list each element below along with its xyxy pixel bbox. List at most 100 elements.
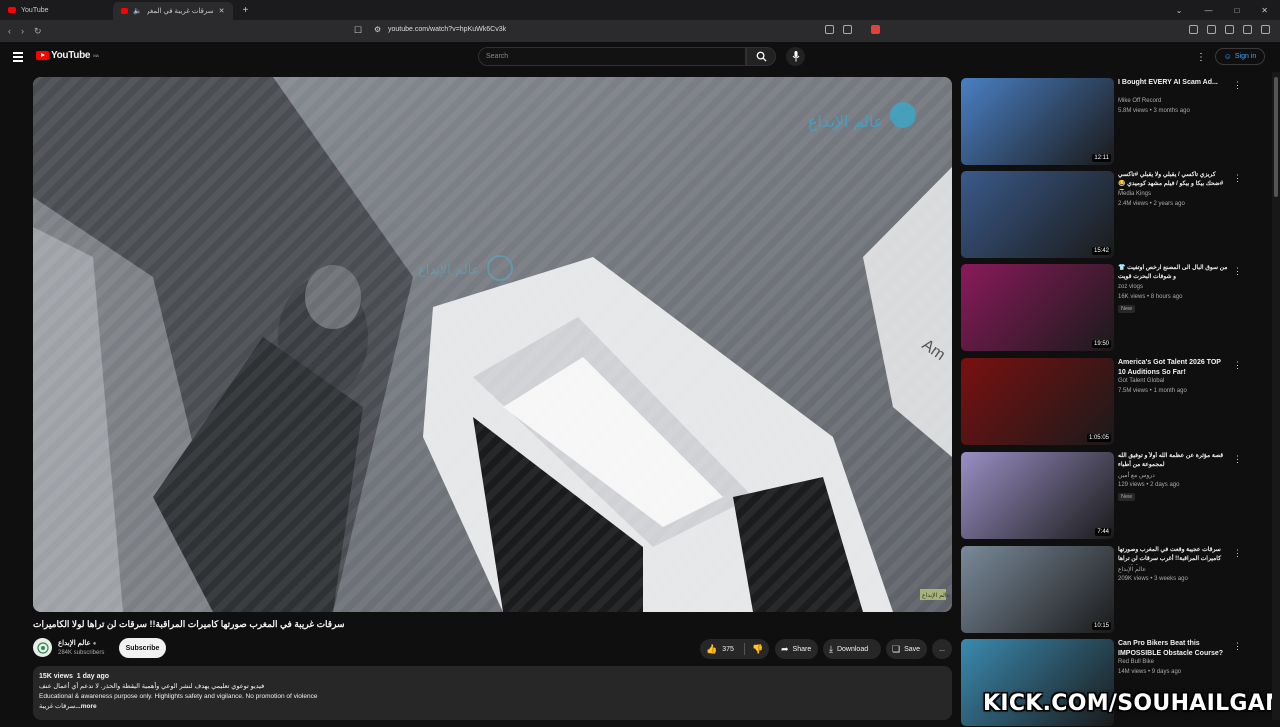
recommendation-item[interactable]: 10:15 سرقات عجيبة وقعت في المغرب وصورتها… (961, 546, 1251, 634)
recommendation-channel[interactable]: Mike Off Record (1118, 98, 1161, 104)
settings-kebab-icon[interactable]: ⋮ (1196, 52, 1206, 63)
url-field[interactable]: youtube.com/watch?v=hpKuWk6Cv3k (388, 26, 506, 33)
recommendation-item[interactable]: 15:42 كريزي تاكسي / يقبلي ولا يقبلي #تاك… (961, 171, 1251, 259)
recommendation-menu-icon[interactable]: ⋮ (1233, 173, 1242, 184)
recommendation-menu-icon[interactable]: ⋮ (1233, 360, 1242, 371)
recommendation-channel[interactable]: Red Bull Bike (1118, 659, 1154, 665)
dislike-button[interactable]: 👎 (745, 644, 763, 655)
recommendation-channel[interactable]: Media Kings (1118, 191, 1151, 197)
description-box[interactable]: 15K views 1 day ago فيديو توعوي تعليمي ي… (33, 666, 952, 720)
recommendation-title[interactable]: كريزي تاكسي / يقبلي ولا يقبلي #تاكسي #ضح… (1118, 171, 1228, 190)
corner-tag: عالم الإبداع (922, 592, 950, 599)
recommendation-title[interactable]: Can Pro Bikers Beat this IMPOSSIBLE Obst… (1118, 639, 1228, 659)
recommendation-menu-icon[interactable]: ⋮ (1233, 548, 1242, 559)
hamburger-menu-icon[interactable] (13, 52, 23, 64)
video-duration: 19:50 (1091, 340, 1111, 348)
youtube-favicon-icon (120, 8, 128, 14)
recommendation-menu-icon[interactable]: ⋮ (1233, 641, 1242, 652)
minimize-icon[interactable]: — (1204, 6, 1212, 15)
video-thumbnail[interactable]: 12:11 (961, 78, 1114, 165)
like-dislike-group: 👍 375 👎 (700, 639, 769, 659)
reload-icon[interactable]: ↻ (34, 26, 42, 37)
streamer-watermark: KICK.COM/SOUHAILGAMING (983, 691, 1280, 716)
sidebar-icon[interactable] (1189, 25, 1198, 34)
forward-icon[interactable]: › (21, 26, 24, 37)
new-badge: New (1118, 493, 1136, 501)
bookmark-icon[interactable]: ☐ (354, 25, 362, 36)
subscribe-button[interactable]: Subscribe (119, 638, 166, 658)
recommendation-channel[interactable]: zoz vlogs (1118, 284, 1143, 290)
view-count: 15K views (39, 673, 73, 680)
voice-search-button[interactable] (786, 47, 805, 66)
recommendation-title[interactable]: America's Got Talent 2026 TOP 10 Auditio… (1118, 358, 1228, 378)
download-icon: ⤓ (829, 643, 833, 654)
recommendation-channel[interactable]: Got Talent Global (1118, 378, 1164, 384)
channel-avatar[interactable] (33, 638, 52, 657)
tab-label: YouTube (21, 6, 49, 14)
search-input[interactable]: Search (478, 47, 746, 66)
video-duration: 15:42 (1091, 247, 1111, 255)
search-button[interactable] (746, 47, 776, 66)
new-tab-button[interactable]: + (243, 5, 249, 16)
share-button[interactable]: ➦ Share (775, 639, 818, 659)
translate-icon[interactable] (825, 25, 834, 34)
extensions-toolbar (825, 25, 1270, 34)
show-more-link[interactable]: ...more (75, 703, 96, 710)
video-duration: 12:11 (1092, 154, 1111, 162)
cast-icon[interactable] (843, 25, 852, 34)
video-thumbnail[interactable]: 7:44 (961, 452, 1114, 539)
more-horizontal-icon: ... (939, 645, 945, 653)
brave-shield-icon[interactable] (871, 25, 880, 34)
recommendation-meta: 5.8M views • 3 months ago (1118, 108, 1190, 114)
video-thumbnail[interactable]: 10:15 (961, 546, 1114, 633)
video-player[interactable]: عالم الإبداع عالم الإبداع Am عالم الإبدا… (33, 77, 952, 612)
back-icon[interactable]: ‹ (8, 26, 11, 37)
recommendation-item[interactable]: 19:50 من سوق البال الى المصنع ارخص اوتفي… (961, 264, 1251, 352)
recommendation-menu-icon[interactable]: ⋮ (1233, 266, 1242, 277)
tab-list-chevron-icon[interactable]: ⌄ (1176, 6, 1183, 15)
video-thumbnail[interactable]: 15:42 (961, 171, 1114, 258)
youtube-play-icon (36, 51, 49, 60)
recommendation-menu-icon[interactable]: ⋮ (1233, 454, 1242, 465)
recommendation-meta: 14M views • 9 days ago (1118, 669, 1182, 675)
youtube-logo[interactable]: YouTube MA (36, 50, 99, 61)
wallet-icon[interactable] (1225, 25, 1234, 34)
like-button[interactable]: 👍 375 (706, 644, 744, 655)
sign-in-button[interactable]: ☺ Sign in (1215, 48, 1265, 65)
close-tab-icon[interactable]: ✕ (219, 7, 225, 15)
video-frame: عالم الإبداع عالم الإبداع Am عالم الإبدا… (33, 77, 952, 612)
recommendation-title[interactable]: I Bought EVERY AI Scam Ad... (1118, 78, 1228, 88)
download-button[interactable]: ⤓ Download (823, 639, 881, 659)
recommendation-channel[interactable]: عالم الإبداع (1118, 566, 1146, 573)
search-icon (756, 51, 767, 62)
tab-youtube[interactable]: YouTube (0, 0, 57, 20)
recommendation-title[interactable]: قصة مؤثرة عن عظمة الله أولاً و توفيق الل… (1118, 452, 1228, 470)
recommendation-item[interactable]: 12:11 I Bought EVERY AI Scam Ad... Mike … (961, 78, 1251, 166)
site-settings-icon[interactable]: ⚙ (374, 25, 381, 34)
vpn-icon[interactable] (1243, 25, 1252, 34)
save-button[interactable]: ❏ Save (886, 639, 927, 659)
recommendation-title[interactable]: سرقات عجيبة وقعت في المغرب وصورتها كامير… (1118, 546, 1228, 565)
save-playlist-icon: ❏ (892, 643, 901, 654)
speaker-icon: 🔈 (132, 8, 142, 15)
video-thumbnail[interactable]: 19:50 (961, 264, 1114, 351)
recommendation-channel[interactable]: دروس مع أمين (1118, 472, 1155, 479)
recommendation-menu-icon[interactable]: ⋮ (1233, 80, 1242, 91)
close-window-icon[interactable]: ✕ (1261, 6, 1268, 15)
video-thumbnail[interactable]: 1:05:05 (961, 358, 1114, 445)
more-actions-button[interactable]: ... (932, 639, 952, 659)
recommendation-title[interactable]: من سوق البال الى المصنع ارخص اوتفيت 👕 و … (1118, 264, 1228, 282)
maximize-icon[interactable]: □ (1234, 6, 1239, 15)
recommendation-item[interactable]: 1:05:05 America's Got Talent 2026 TOP 10… (961, 358, 1251, 446)
page-scrollbar[interactable] (1272, 72, 1280, 720)
menu-icon[interactable] (1261, 25, 1270, 34)
description-line-english: Educational & awareness purpose only. Hi… (39, 693, 318, 700)
tab-current-video[interactable]: 🔈 سرقات غريبة في المغرب صور... ✕ (112, 2, 233, 20)
recommendation-meta: 129 views • 2 days ago (1118, 482, 1180, 488)
channel-logo-icon (36, 641, 49, 654)
recommendation-item[interactable]: 7:44 قصة مؤثرة عن عظمة الله أولاً و توفي… (961, 452, 1251, 540)
region-code: MA (93, 53, 99, 58)
bookmarks-icon[interactable] (1207, 25, 1216, 34)
channel-name[interactable]: عالم الإبداع ● (58, 639, 96, 647)
video-duration: 1:05:05 (1086, 434, 1111, 442)
